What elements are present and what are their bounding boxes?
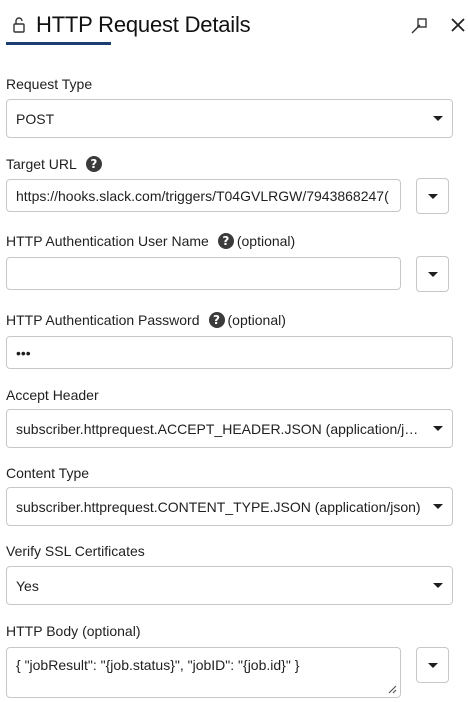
accept-header-label: Accept Header bbox=[6, 387, 99, 403]
panel-header: HTTP Request Details bbox=[0, 0, 468, 46]
verify-ssl-label: Verify SSL Certificates bbox=[6, 543, 145, 559]
resize-handle-icon[interactable] bbox=[387, 684, 397, 694]
unlock-icon bbox=[13, 17, 25, 33]
help-icon[interactable]: ? bbox=[208, 312, 225, 328]
chevron-down-icon bbox=[427, 193, 438, 199]
chevron-down-icon bbox=[427, 271, 438, 277]
popout-icon[interactable] bbox=[409, 16, 429, 36]
content-type-label: Content Type bbox=[6, 465, 90, 481]
target-url-options-button[interactable] bbox=[416, 178, 449, 214]
help-icon[interactable]: ? bbox=[217, 233, 234, 249]
auth-user-options-button[interactable] bbox=[416, 256, 449, 292]
verify-ssl-select[interactable]: Yes bbox=[6, 566, 453, 605]
target-url-input[interactable]: https://hooks.slack.com/triggers/T04GVLR… bbox=[6, 179, 401, 212]
help-icon[interactable]: ? bbox=[85, 156, 102, 172]
content-type-select[interactable]: subscriber.httprequest.CONTENT_TYPE.JSON… bbox=[6, 487, 453, 526]
chevron-down-icon bbox=[433, 116, 443, 121]
close-icon[interactable] bbox=[448, 15, 468, 35]
chevron-down-icon bbox=[427, 662, 438, 668]
auth-password-label: HTTP Authentication Password ? (optional… bbox=[6, 312, 286, 328]
auth-user-label: HTTP Authentication User Name ? (optiona… bbox=[6, 233, 296, 249]
optional-label: (optional) bbox=[227, 312, 286, 328]
panel-title: HTTP Request Details bbox=[36, 12, 251, 37]
chevron-down-icon bbox=[433, 504, 443, 509]
request-type-select[interactable]: POST bbox=[6, 99, 453, 138]
chevron-down-icon bbox=[433, 426, 443, 431]
auth-password-input[interactable]: ••• bbox=[6, 336, 453, 369]
http-body-options-button[interactable] bbox=[416, 647, 449, 683]
accept-header-select[interactable]: subscriber.httprequest.ACCEPT_HEADER.JSO… bbox=[6, 409, 453, 448]
auth-user-input[interactable] bbox=[6, 257, 401, 290]
optional-label: (optional) bbox=[236, 233, 296, 249]
target-url-label: Target URL ? bbox=[6, 156, 102, 172]
optional-label: (optional) bbox=[82, 623, 141, 639]
request-type-label: Request Type bbox=[6, 76, 93, 92]
http-body-label: HTTP Body (optional) bbox=[6, 623, 141, 639]
http-body-textarea[interactable]: { "jobResult": "{job.status}", "jobID": … bbox=[6, 647, 401, 698]
chevron-down-icon bbox=[433, 583, 443, 588]
title-underline bbox=[6, 42, 111, 45]
